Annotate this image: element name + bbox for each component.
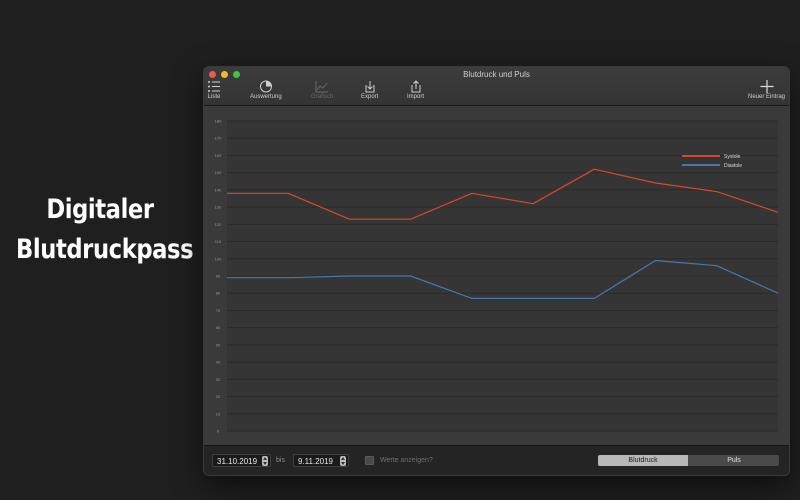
y-tick-label-10: 100 bbox=[215, 256, 222, 261]
neuer-eintrag-label: Neuer Eintrag bbox=[748, 94, 786, 100]
y-tick-label-16: 160 bbox=[215, 153, 222, 158]
grafisch-label: Grafisch bbox=[311, 94, 334, 100]
y-tick-label-13: 130 bbox=[215, 205, 222, 210]
y-tick-label-0: 0 bbox=[217, 429, 220, 434]
to-date-value: 9.11.2019 bbox=[298, 457, 333, 466]
legend-label-0: Systole bbox=[724, 154, 741, 160]
view-segmented-control: Blutdruck Puls bbox=[598, 455, 779, 466]
y-tick-label-18: 180 bbox=[215, 119, 222, 124]
line-chart-icon bbox=[315, 81, 329, 93]
y-tick-label-3: 30 bbox=[216, 377, 221, 382]
export-button[interactable]: Export bbox=[361, 80, 378, 100]
to-date-stepper[interactable] bbox=[340, 456, 346, 466]
y-tick-label-5: 50 bbox=[216, 342, 221, 347]
from-date-value: 31.10.2019 bbox=[217, 457, 258, 466]
bis-label: bis bbox=[276, 457, 285, 464]
pie-chart-icon bbox=[259, 80, 272, 93]
y-tick-label-6: 60 bbox=[216, 325, 221, 330]
export-label: Export bbox=[361, 94, 379, 100]
upload-icon bbox=[411, 80, 420, 93]
segment-blutdruck[interactable]: Blutdruck bbox=[598, 455, 688, 466]
promo-line-2: Blutdruckpass bbox=[16, 234, 194, 265]
blood-pressure-chart: 0 10 20 30 40 50 60 70 80 90 100 110 120 130 140 150 160… bbox=[215, 119, 779, 434]
y-tick-label-4: 40 bbox=[216, 360, 221, 365]
y-tick-label-2: 20 bbox=[216, 394, 221, 399]
y-tick-label-9: 90 bbox=[216, 274, 221, 279]
list-icon bbox=[208, 81, 220, 92]
show-values-checkbox[interactable] bbox=[365, 456, 374, 465]
import-button[interactable]: Import bbox=[407, 80, 424, 100]
from-date-stepper[interactable] bbox=[262, 456, 268, 466]
y-tick-label-11: 110 bbox=[215, 239, 222, 244]
segment-puls[interactable]: Puls bbox=[689, 455, 779, 466]
y-tick-label-15: 150 bbox=[215, 170, 222, 175]
window-title: Blutdruck und Puls bbox=[463, 70, 530, 79]
filter-bar: 31.10.2019 bis 9.11.2019 Werte anzeigen?… bbox=[204, 445, 789, 475]
promo-text: Digitaler Blutdruckpass bbox=[16, 190, 194, 270]
grafisch-button[interactable]: Grafisch bbox=[311, 80, 333, 100]
show-values-label[interactable]: Werte anzeigen? bbox=[380, 457, 433, 464]
y-tick-label-1: 10 bbox=[216, 411, 221, 416]
to-date-picker[interactable]: 9.11.2019 bbox=[293, 454, 349, 467]
y-tick-label-8: 80 bbox=[216, 291, 221, 296]
auswertung-label: Auswertung bbox=[250, 94, 282, 100]
legend-label-1: Diastole bbox=[724, 163, 742, 169]
y-tick-label-12: 120 bbox=[215, 222, 222, 227]
from-date-picker[interactable]: 31.10.2019 bbox=[212, 454, 271, 467]
liste-label: Liste bbox=[207, 94, 221, 100]
title-toolbar: Blutdruck und Puls Liste Auswertung Graf… bbox=[204, 67, 789, 106]
y-tick-label-7: 70 bbox=[216, 308, 221, 313]
chart-area: 0 10 20 30 40 50 60 70 80 90 100 110 120 130 140 150 160… bbox=[204, 106, 789, 445]
auswertung-button[interactable]: Auswertung bbox=[250, 80, 282, 100]
neuer-eintrag-button[interactable]: Neuer Eintrag bbox=[748, 80, 785, 100]
plus-icon bbox=[760, 80, 774, 93]
import-label: Import bbox=[407, 94, 425, 100]
promo-line-1: Digitaler bbox=[46, 194, 154, 225]
y-tick-label-14: 140 bbox=[215, 187, 222, 192]
download-icon bbox=[365, 81, 375, 93]
liste-button[interactable]: Liste bbox=[207, 80, 221, 100]
y-tick-label-17: 170 bbox=[215, 136, 222, 141]
app-window: Blutdruck und Puls Liste Auswertung Graf… bbox=[204, 67, 789, 475]
